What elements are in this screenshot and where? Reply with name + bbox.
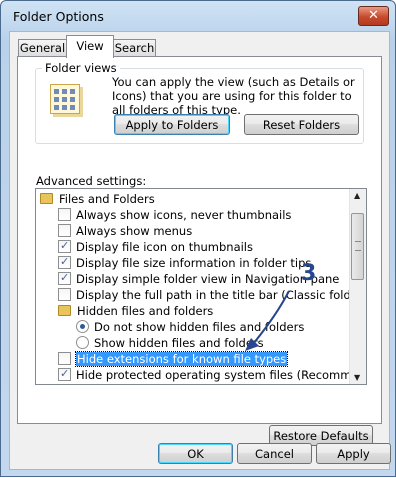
folder-icon xyxy=(40,193,53,204)
scrollbar-thumb[interactable] xyxy=(351,213,364,280)
tree-item-label: Hidden files and folders xyxy=(77,304,214,318)
radio-button[interactable] xyxy=(76,320,89,333)
cancel-button[interactable]: Cancel xyxy=(237,443,312,464)
tree-item-label: Files and Folders xyxy=(59,192,155,206)
tree-radio-option[interactable]: Do not show hidden files and folders xyxy=(76,319,304,335)
radio-button[interactable] xyxy=(76,336,89,349)
view-tab-panel: Folder views You can apply the view (suc… xyxy=(17,56,382,446)
tab-search[interactable]: Search xyxy=(113,39,156,57)
checkbox[interactable] xyxy=(58,366,71,382)
tree-radio-option[interactable]: Show hidden files and folders xyxy=(76,335,264,351)
scroll-up-arrow-icon[interactable]: ▲ xyxy=(354,191,360,200)
tree-item-label: Always show icons, never thumbnails xyxy=(76,208,292,222)
advanced-settings-label: Advanced settings: xyxy=(36,174,147,188)
advanced-settings-list[interactable]: Files and Folders Always show icons, neve… xyxy=(35,188,367,385)
vertical-scrollbar[interactable]: ▲ ▼ xyxy=(349,189,366,384)
folder-views-icon xyxy=(50,84,80,114)
checkbox[interactable] xyxy=(58,288,71,301)
folder-views-group: Folder views You can apply the view (suc… xyxy=(35,61,364,144)
close-button[interactable]: ✕ xyxy=(358,6,389,26)
tree-checkbox-option[interactable]: Always show menus xyxy=(58,223,192,239)
ok-button[interactable]: OK xyxy=(158,443,233,464)
tree-item-label: Display the full path in the title bar (… xyxy=(76,288,366,302)
tree-item-label: Hide extensions for known file types xyxy=(74,351,289,367)
checkbox[interactable] xyxy=(58,224,71,237)
checkbox[interactable] xyxy=(58,270,71,286)
tree-checkbox-option[interactable]: Display the full path in the title bar (… xyxy=(58,287,366,303)
scroll-down-arrow-icon[interactable]: ▼ xyxy=(354,373,360,382)
tree-item-label: Hide protected operating system files (R… xyxy=(76,368,367,382)
tree-checkbox-option[interactable]: Display file icon on thumbnails xyxy=(58,238,253,255)
checkbox[interactable] xyxy=(58,238,71,254)
folder-views-description: You can apply the view (such as Details … xyxy=(112,75,355,117)
tree-checkbox-option[interactable]: Display simple folder view in Navigation… xyxy=(58,270,340,287)
tree-folder-node: Files and Folders xyxy=(40,191,155,207)
folder-icon xyxy=(58,305,71,316)
folder-views-label: Folder views xyxy=(42,61,120,75)
tree-checkbox-option[interactable]: Always show icons, never thumbnails xyxy=(58,207,291,223)
close-icon: ✕ xyxy=(368,8,379,23)
window-title: Folder Options xyxy=(13,9,104,24)
checkbox[interactable] xyxy=(58,208,71,221)
tab-view[interactable]: View xyxy=(66,35,114,58)
tree-checkbox-option[interactable]: Display file size information in folder … xyxy=(58,254,312,271)
reset-folders-button[interactable]: Reset Folders xyxy=(244,114,359,135)
tree-checkbox-option[interactable]: Hide protected operating system files (R… xyxy=(58,366,367,383)
apply-button[interactable]: Apply xyxy=(316,443,391,464)
tree-item-label: Display simple folder view in Navigation… xyxy=(76,272,340,286)
tree-item-label: Always show menus xyxy=(76,224,193,238)
dialog-client-area: General View Search Folder views You can… xyxy=(9,31,391,470)
folder-options-window: Folder Options ✕ General View Search Fol… xyxy=(0,0,396,477)
apply-to-folders-button[interactable]: Apply to Folders xyxy=(114,114,230,135)
tree-item-label: Show hidden files and folders xyxy=(94,336,264,350)
tree-item-label: Display file icon on thumbnails xyxy=(76,240,253,254)
tree-checkbox-option[interactable]: Hide extensions for known file types xyxy=(58,351,289,367)
tree-folder-node: Hidden files and folders xyxy=(58,303,213,319)
tree-item-label: Do not show hidden files and folders xyxy=(94,320,305,334)
annotation-step-number: 3 xyxy=(301,261,317,286)
tab-general[interactable]: General xyxy=(18,39,67,57)
checkbox[interactable] xyxy=(58,352,71,365)
checkbox[interactable] xyxy=(58,254,71,270)
tree-item-label: Display file size information in folder … xyxy=(76,256,312,270)
